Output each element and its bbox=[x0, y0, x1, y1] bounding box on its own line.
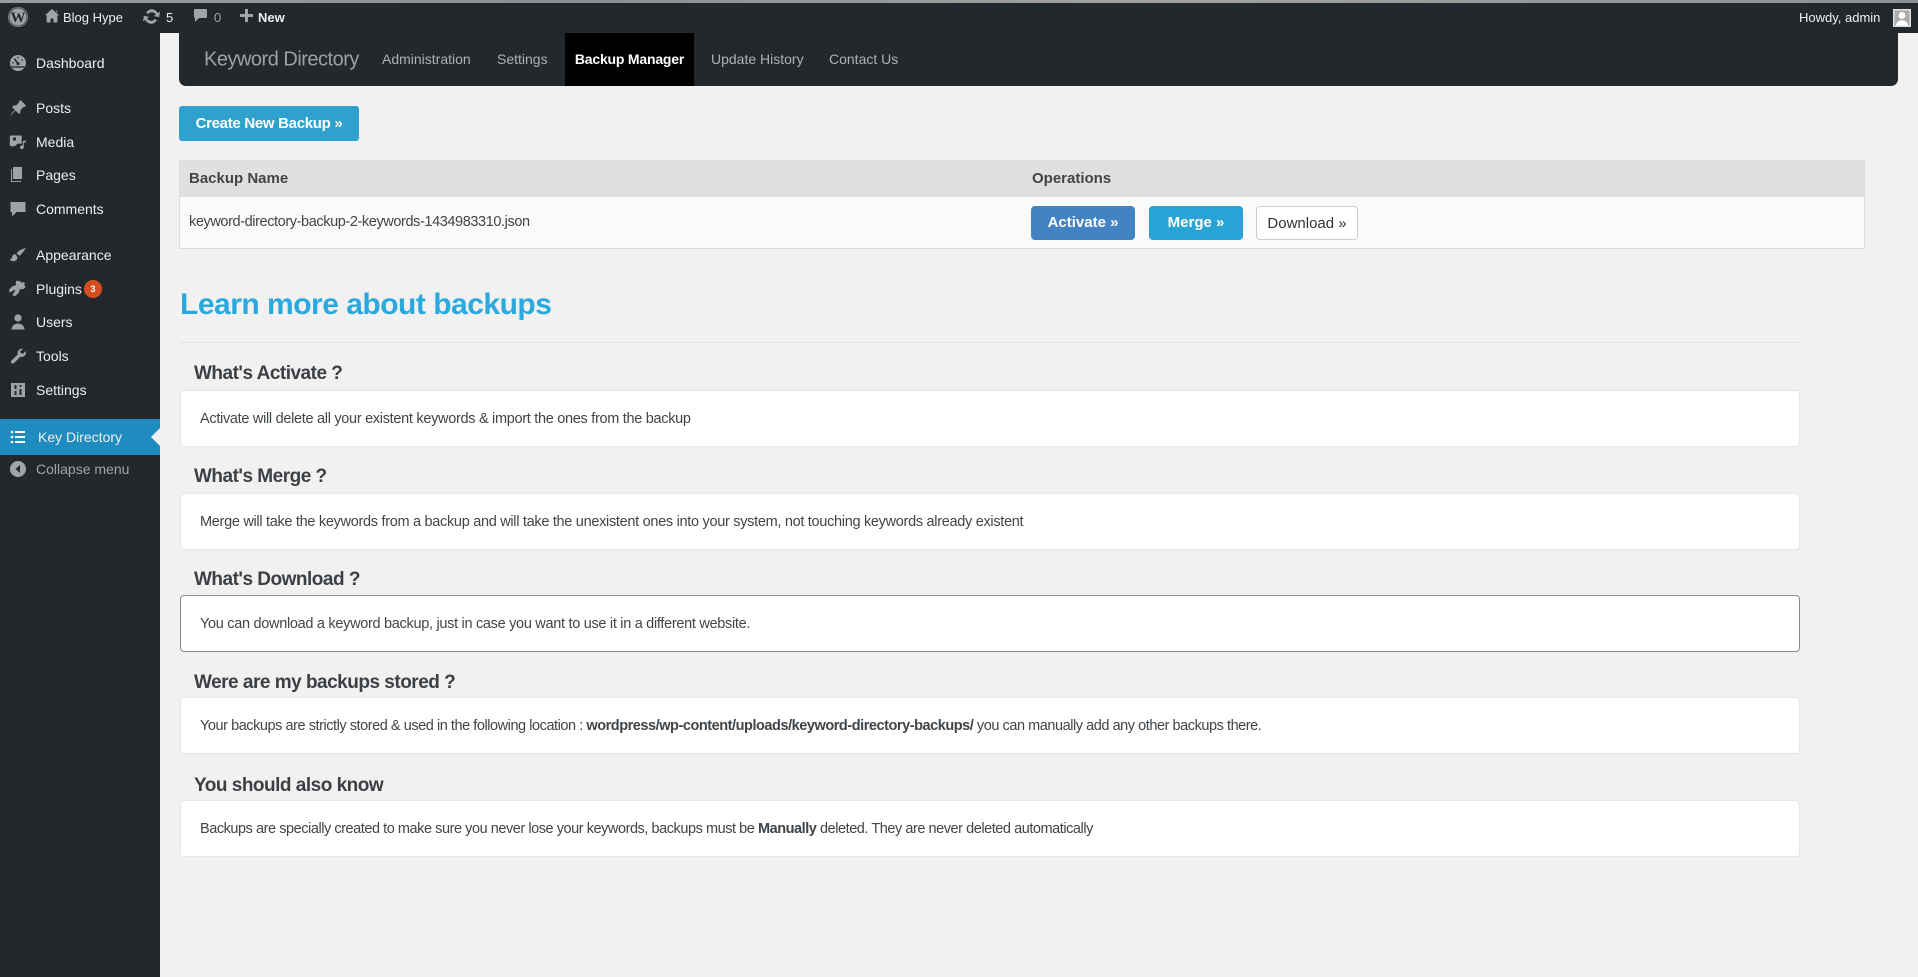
svg-text:W: W bbox=[11, 10, 26, 26]
